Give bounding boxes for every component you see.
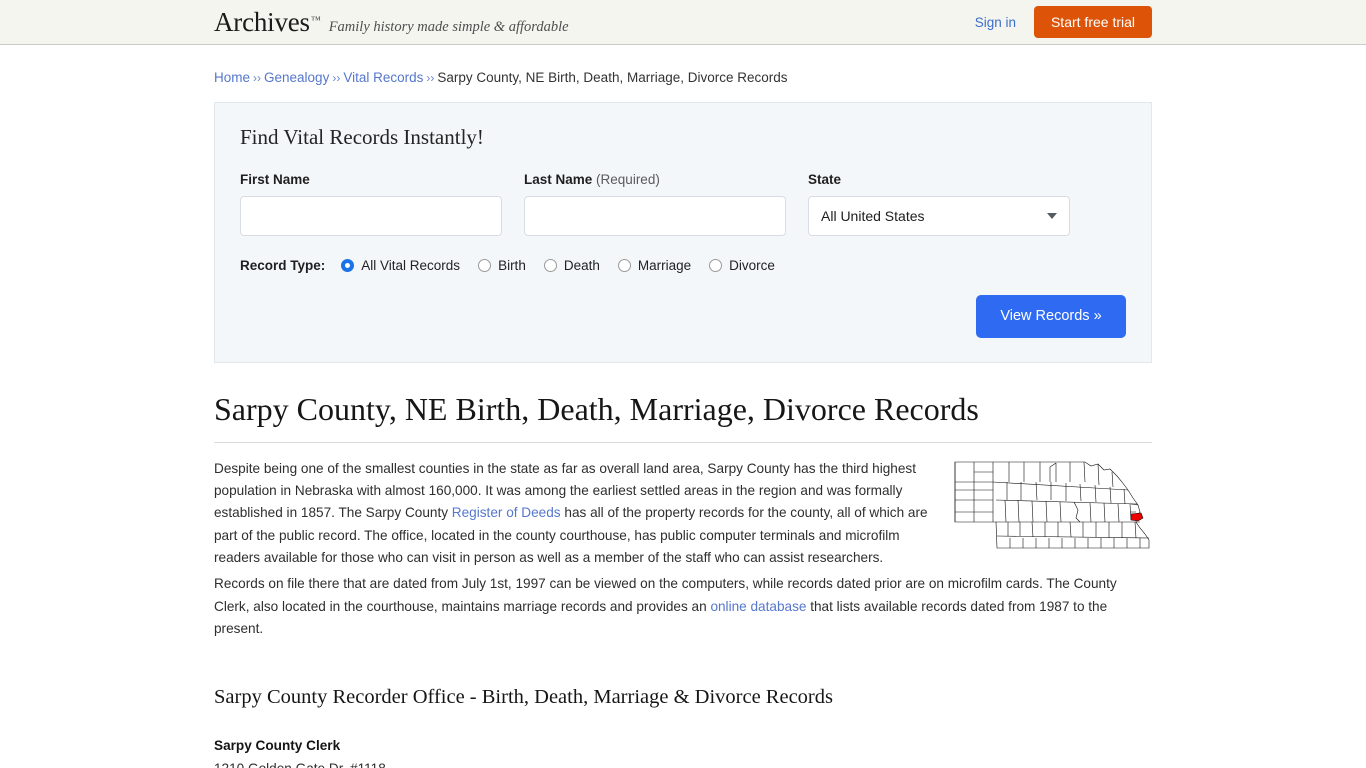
view-records-button[interactable]: View Records » bbox=[976, 295, 1126, 338]
search-fields-row: First Name Last Name (Required) State Al… bbox=[240, 172, 1126, 236]
radio-marriage[interactable]: Marriage bbox=[617, 258, 692, 273]
header-inner: Archives ™ Family history made simple & … bbox=[214, 0, 1152, 44]
radio-label-divorce: Divorce bbox=[729, 258, 775, 273]
radio-indicator-death[interactable] bbox=[543, 259, 557, 272]
vital-records-search-panel: Find Vital Records Instantly! First Name… bbox=[214, 102, 1152, 363]
recorder-office-section-title: Sarpy County Recorder Office - Birth, De… bbox=[214, 686, 833, 709]
register-of-deeds-link[interactable]: Register of Deeds bbox=[452, 505, 561, 520]
radio-label-marriage: Marriage bbox=[637, 258, 692, 273]
page-title: Sarpy County, NE Birth, Death, Marriage,… bbox=[214, 390, 1152, 443]
state-label: State bbox=[808, 172, 842, 187]
office-name: Sarpy County Clerk bbox=[214, 738, 341, 754]
brand-tagline: Family history made simple & affordable bbox=[328, 18, 569, 35]
trademark-symbol: ™ bbox=[310, 14, 321, 26]
sign-in-link[interactable]: Sign in bbox=[975, 15, 1016, 30]
radio-indicator-birth[interactable] bbox=[478, 259, 492, 272]
state-selected-value: All United States bbox=[821, 208, 925, 224]
breadcrumb-genealogy[interactable]: Genealogy bbox=[264, 70, 329, 85]
breadcrumb-home[interactable]: Home bbox=[214, 70, 250, 85]
last-name-field-group: Last Name (Required) bbox=[524, 172, 786, 236]
radio-label-death: Death bbox=[563, 258, 600, 273]
nebraska-county-map-image bbox=[954, 461, 1150, 549]
last-name-input[interactable] bbox=[524, 196, 786, 236]
breadcrumb-separator-3: ›› bbox=[426, 71, 435, 85]
site-header: Archives ™ Family history made simple & … bbox=[0, 0, 1366, 45]
office-address-line-1: 1210 Golden Gate Dr, #1118 bbox=[214, 758, 1152, 768]
last-name-label-text: Last Name bbox=[524, 172, 593, 187]
state-field-group: State All United States bbox=[808, 172, 1070, 236]
state-select-wrapper: All United States bbox=[808, 196, 1070, 236]
start-free-trial-button[interactable]: Start free trial bbox=[1033, 6, 1152, 38]
radio-indicator-divorce[interactable] bbox=[709, 259, 723, 272]
online-database-link[interactable]: online database bbox=[710, 599, 806, 614]
radio-divorce[interactable]: Divorce bbox=[709, 258, 775, 273]
breadcrumb-separator-2: ›› bbox=[332, 71, 341, 85]
article-body: Despite being one of the smallest counti… bbox=[214, 458, 1152, 640]
first-name-input[interactable] bbox=[240, 196, 502, 236]
page-container: Home ›› Genealogy ›› Vital Records ›› Sarpy Co… bbox=[214, 45, 1152, 768]
breadcrumb: Home ›› Genealogy ›› Vital Records ›› Sarpy Co… bbox=[214, 61, 1152, 85]
radio-indicator-marriage[interactable] bbox=[617, 259, 631, 272]
submit-row: View Records » bbox=[240, 295, 1126, 338]
record-type-label: Record Type: bbox=[240, 258, 326, 273]
article-paragraph-2: Records on file there that are dated fro… bbox=[214, 573, 1152, 640]
sarpy-county-highlight bbox=[1130, 512, 1144, 522]
record-type-row: Record Type: All Vital Records Birth Dea… bbox=[240, 258, 1126, 273]
radio-label-all: All Vital Records bbox=[361, 258, 461, 273]
brand-name: Archives bbox=[214, 6, 310, 37]
last-name-required-note: (Required) bbox=[596, 172, 660, 187]
radio-indicator-all[interactable] bbox=[341, 259, 355, 272]
brand-logo[interactable]: Archives ™ Family history made simple & … bbox=[214, 6, 569, 37]
breadcrumb-vital-records[interactable]: Vital Records bbox=[343, 70, 423, 85]
office-address-block: Sarpy County Clerk 1210 Golden Gate Dr, … bbox=[214, 735, 1152, 768]
radio-death[interactable]: Death bbox=[543, 258, 600, 273]
radio-all-vital-records[interactable]: All Vital Records bbox=[341, 258, 460, 273]
radio-birth[interactable]: Birth bbox=[478, 258, 526, 273]
breadcrumb-separator-1: ›› bbox=[253, 71, 262, 85]
header-actions: Sign in Start free trial bbox=[975, 6, 1152, 38]
search-panel-title: Find Vital Records Instantly! bbox=[240, 125, 484, 149]
first-name-label: First Name bbox=[240, 172, 310, 187]
breadcrumb-current: Sarpy County, NE Birth, Death, Marriage,… bbox=[437, 70, 788, 85]
radio-label-birth: Birth bbox=[498, 258, 526, 273]
first-name-field-group: First Name bbox=[240, 172, 502, 236]
last-name-label: Last Name (Required) bbox=[524, 172, 786, 187]
state-select[interactable]: All United States bbox=[808, 196, 1070, 236]
